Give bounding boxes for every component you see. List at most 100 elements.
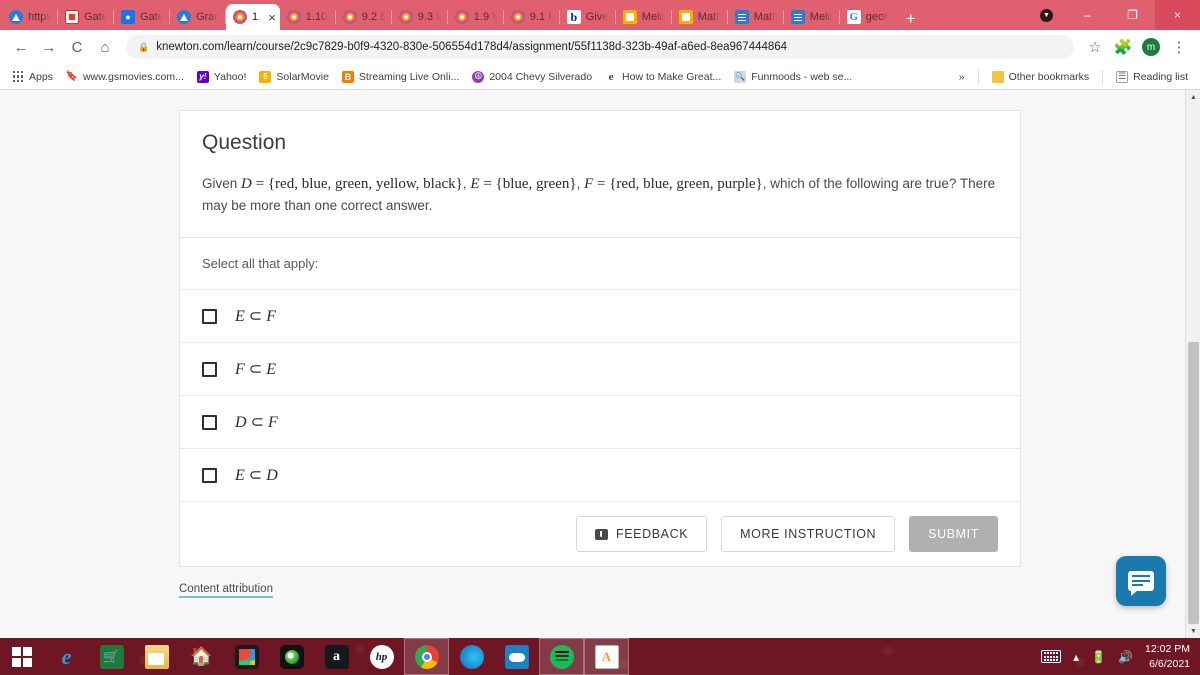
clock-time: 12:02 PM — [1145, 643, 1190, 656]
tab-14[interactable]: Melis — [784, 4, 840, 30]
address-bar[interactable]: 🔒 knewton.com/learn/course/2c9c7829-b0f9… — [126, 35, 1074, 59]
bookmark-streaming-live[interactable]: B Streaming Live Onli... — [336, 69, 465, 85]
bookmark-label: How to Make Great... — [622, 70, 722, 83]
bookmark-gsmovies[interactable]: 🔖 www.gsmovies.com... — [60, 69, 190, 85]
tab-8[interactable]: 1.9 Ve — [448, 4, 504, 30]
profile-avatar[interactable]: m — [1138, 34, 1164, 60]
tab-2[interactable]: ● Gatew — [114, 4, 170, 30]
folder-icon — [144, 644, 169, 669]
content-attribution-link[interactable]: Content attribution — [179, 583, 273, 599]
solarmovie-icon: 5 — [259, 70, 272, 83]
option-row-0[interactable]: E ⊂ F — [180, 289, 1020, 342]
taskbar-item-microsoft-store[interactable]: 🛒 — [89, 638, 134, 675]
bookmark-how-to-make-great[interactable]: e How to Make Great... — [599, 69, 727, 85]
close-icon[interactable]: × — [268, 11, 276, 24]
new-tab-button[interactable]: + — [896, 10, 926, 30]
tab-label: 9.2 Ba — [361, 11, 385, 23]
bookmarks-bar-right: » Other bookmarks ☰ Reading list — [953, 69, 1194, 85]
taskbar-item-edge[interactable] — [449, 638, 494, 675]
taskbar-item-hp[interactable]: hp — [359, 638, 404, 675]
bookmark-apps[interactable]: Apps — [6, 69, 59, 85]
taskbar-clock[interactable]: 12:02 PM 6/6/2021 — [1145, 642, 1190, 670]
option-row-2[interactable]: D ⊂ F — [180, 395, 1020, 448]
taskbar-item-file-explorer[interactable] — [134, 638, 179, 675]
tab-5[interactable]: 1.10 A — [280, 4, 336, 30]
extensions-icon[interactable]: 🧩 — [1110, 34, 1136, 60]
taskbar-item-amazon[interactable]: a — [314, 638, 359, 675]
volume-icon[interactable]: 🔊 — [1118, 650, 1133, 664]
forward-icon[interactable]: → — [36, 34, 62, 60]
taskbar-item-camera[interactable] — [269, 638, 314, 675]
tab-13[interactable]: Math — [728, 4, 784, 30]
taskbar-item-chrome[interactable] — [404, 638, 449, 675]
submit-label: SUBMIT — [928, 527, 979, 542]
bookmark-solarmovie[interactable]: 5 SolarMovie — [253, 69, 335, 85]
taskbar-item-spotify[interactable] — [539, 638, 584, 675]
tab-3[interactable]: Grade — [170, 4, 226, 30]
option-row-1[interactable]: F ⊂ E — [180, 342, 1020, 395]
tab-11[interactable]: Meliss — [616, 4, 672, 30]
more-instruction-button[interactable]: MORE INSTRUCTION — [721, 516, 896, 553]
tab-9[interactable]: 9.1 Pr — [504, 4, 560, 30]
chrome-menu-icon[interactable]: ⋮ — [1166, 34, 1192, 60]
onedrive-icon — [504, 644, 529, 669]
taskbar-item-internet-explorer[interactable]: e — [44, 638, 89, 675]
tab-active[interactable]: 1. × — [226, 4, 280, 30]
home-icon: 🏠 — [190, 646, 213, 666]
tab-label: 9.3 In — [417, 11, 441, 23]
tab-15[interactable]: G geom — [840, 4, 896, 30]
close-window-button[interactable]: × — [1155, 0, 1200, 30]
home-icon[interactable]: ⌂ — [92, 34, 118, 60]
taskbar-item-document[interactable]: A — [584, 638, 629, 675]
option-checkbox[interactable] — [202, 308, 217, 324]
tab-6[interactable]: 9.2 Ba — [336, 4, 392, 30]
option-checkbox[interactable] — [202, 414, 217, 430]
bookmarks-bar: Apps 🔖 www.gsmovies.com... y! Yahoo! 5 S… — [0, 64, 1200, 90]
page-title: Question — [202, 131, 287, 154]
other-bookmarks-label: Other bookmarks — [1008, 70, 1090, 83]
tab-1[interactable]: ▦ Gatew — [58, 4, 114, 30]
scroll-up-icon[interactable]: ▲ — [1186, 90, 1200, 104]
submit-button[interactable]: SUBMIT — [909, 516, 998, 553]
tab-0[interactable]: https — [2, 4, 58, 30]
tab-search-icon[interactable]: ▼ — [1028, 0, 1065, 30]
owl-icon — [286, 10, 301, 24]
bookmark-funmoods[interactable]: 🔍 Funmoods - web se... — [728, 69, 858, 85]
back-icon[interactable]: ← — [8, 34, 34, 60]
tab-10[interactable]: b Given — [560, 4, 616, 30]
maximize-button[interactable]: ❐ — [1110, 0, 1155, 30]
reading-list[interactable]: ☰ Reading list — [1110, 69, 1194, 85]
red-building-icon: ▦ — [65, 10, 79, 24]
page-scrollbar[interactable]: ▲ ▼ — [1185, 90, 1200, 638]
browser-window: https ▦ Gatew ● Gatew Grade 1. × 1.10 A — [0, 0, 1200, 638]
keyboard-icon[interactable] — [1041, 650, 1062, 663]
other-bookmarks[interactable]: Other bookmarks — [986, 69, 1096, 85]
show-hidden-icons[interactable]: ▴ — [1073, 650, 1079, 664]
chat-widget-button[interactable] — [1116, 556, 1166, 606]
bookmark-star-icon[interactable]: ☆ — [1082, 34, 1108, 60]
taskbar-item-onedrive[interactable] — [494, 638, 539, 675]
battery-icon[interactable]: 🔋 — [1091, 650, 1106, 664]
scrollbar-thumb[interactable] — [1188, 342, 1199, 624]
bookmark-yahoo[interactable]: y! Yahoo! — [191, 69, 253, 85]
option-row-3[interactable]: E ⊂ D — [180, 448, 1020, 501]
scroll-down-icon[interactable]: ▼ — [1186, 624, 1200, 638]
apps-icon — [234, 644, 259, 669]
taskbar-item-apps[interactable] — [224, 638, 269, 675]
reload-icon[interactable]: C — [64, 34, 90, 60]
bookmark-chevy[interactable]: ☮ 2004 Chevy Silverado — [466, 69, 598, 85]
tab-12[interactable]: Math — [672, 4, 728, 30]
windows-logo-icon — [12, 646, 32, 667]
bartleby-b-icon: b — [566, 10, 581, 24]
minimize-button[interactable]: – — [1065, 0, 1110, 30]
bookmark-label: Yahoo! — [213, 70, 247, 83]
bookmarks-overflow-icon[interactable]: » — [953, 69, 971, 85]
tab-7[interactable]: 9.3 In — [392, 4, 448, 30]
start-button[interactable] — [0, 638, 44, 675]
set-e-equals: = — [479, 176, 496, 192]
set-d-value: {red, blue, green, yellow, black} — [267, 176, 463, 192]
option-checkbox[interactable] — [202, 467, 217, 483]
feedback-button[interactable]: FEEDBACK — [575, 516, 708, 553]
option-checkbox[interactable] — [202, 361, 217, 377]
taskbar-item-home[interactable]: 🏠 — [179, 638, 224, 675]
